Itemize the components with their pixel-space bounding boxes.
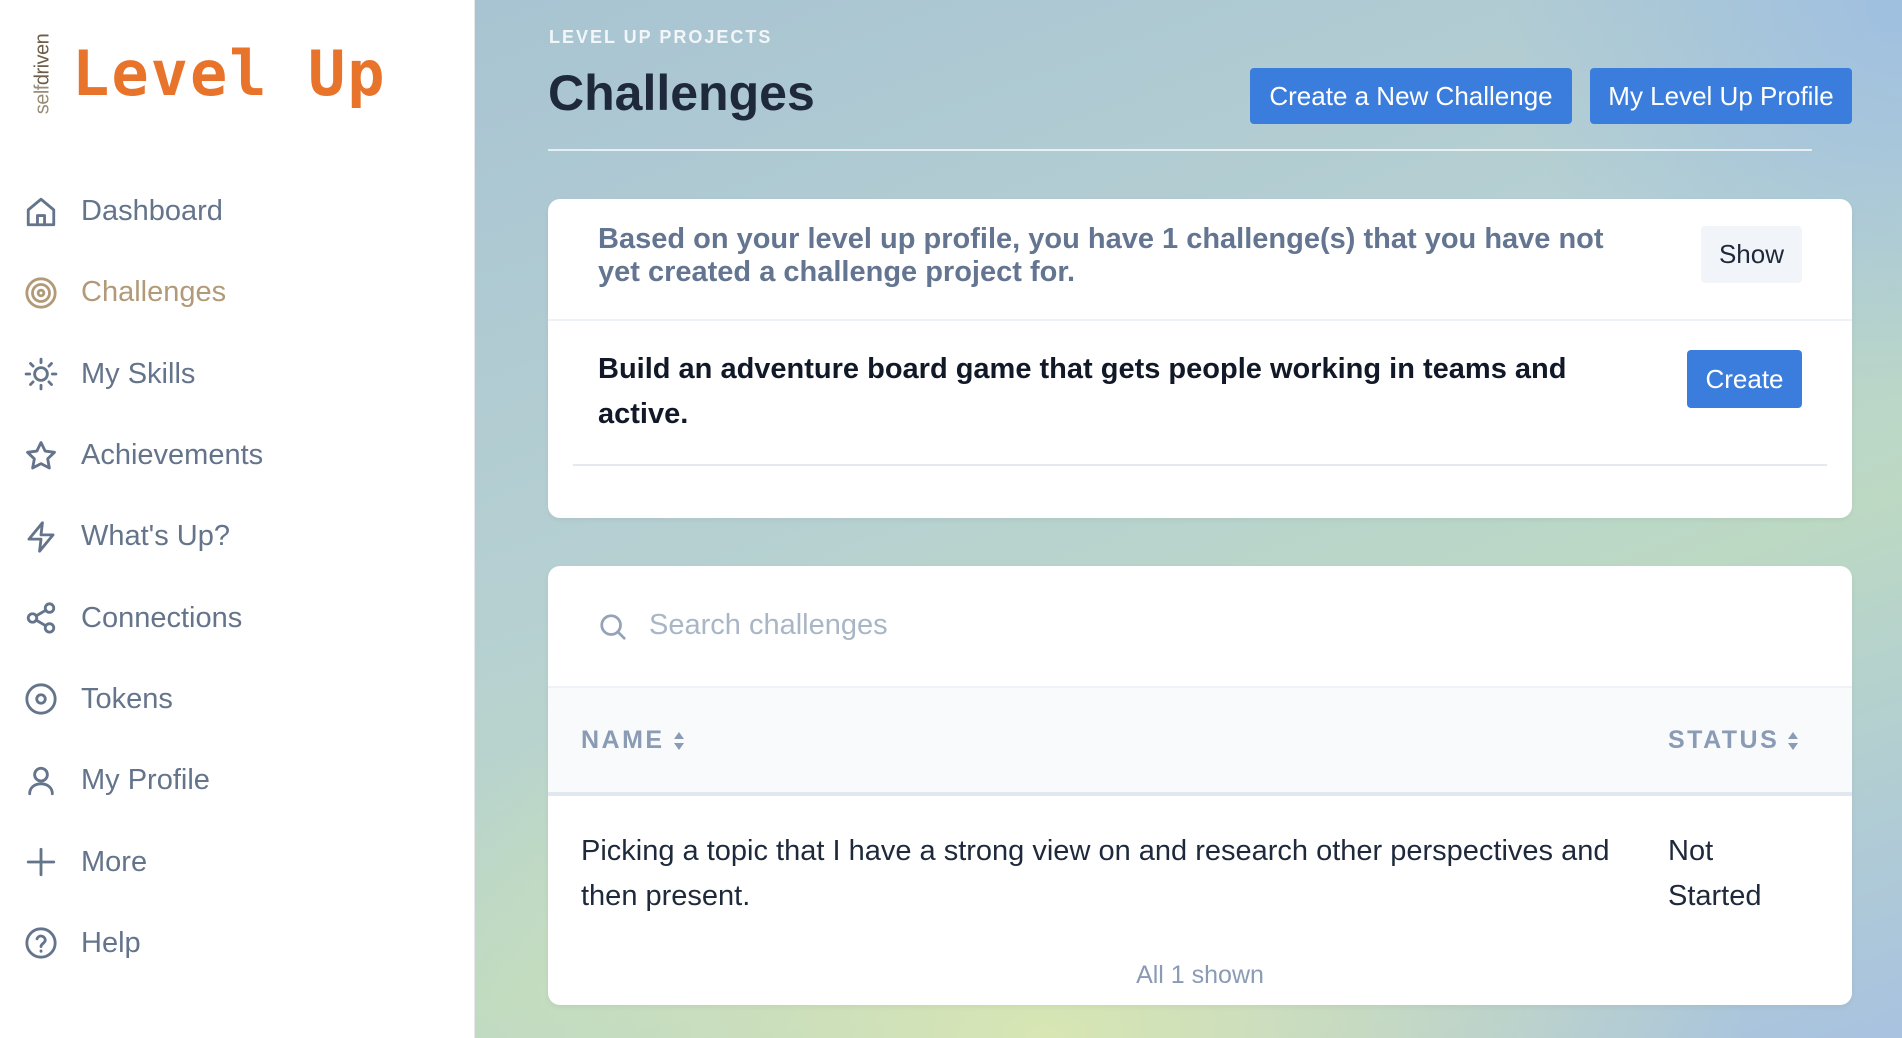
- create-challenge-button[interactable]: Create: [1687, 350, 1802, 408]
- sidebar-item-label: My Profile: [81, 764, 210, 797]
- pending-challenges-notice: Based on your level up profile, you have…: [598, 223, 1604, 288]
- sidebar-item-label: Achievements: [81, 439, 264, 472]
- target-icon: [24, 276, 58, 310]
- user-icon: [24, 764, 58, 798]
- logo-tagline-dark: driven: [31, 33, 54, 86]
- plus-icon: [24, 845, 58, 879]
- sidebar-item-label: Challenges: [81, 276, 227, 309]
- sidebar-item-help[interactable]: Help: [0, 903, 474, 984]
- sidebar-item-tokens[interactable]: Tokens: [0, 659, 474, 740]
- level-up-logo[interactable]: selfdriven Level Up: [30, 28, 387, 120]
- disc-icon: [24, 682, 58, 716]
- search-icon: [598, 612, 628, 642]
- sidebar-item-label: Connections: [81, 601, 243, 634]
- lightning-icon: [24, 520, 58, 554]
- sidebar-item-dashboard[interactable]: Dashboard: [0, 171, 474, 252]
- sidebar-item-achievements[interactable]: Achievements: [0, 415, 474, 496]
- table-header: NAME STATUS: [548, 686, 1852, 796]
- page-eyebrow: LEVEL UP PROJECTS: [549, 27, 773, 47]
- sun-icon: [24, 357, 58, 391]
- sidebar-item-label: Dashboard: [81, 195, 223, 228]
- sidebar-item-challenges[interactable]: Challenges: [0, 252, 474, 333]
- search-input[interactable]: [649, 602, 1549, 648]
- pending-challenges-card: Based on your level up profile, you have…: [548, 199, 1852, 518]
- card-divider: [548, 319, 1852, 321]
- page-title: Challenges: [548, 65, 815, 121]
- column-header-label: NAME: [581, 726, 665, 754]
- home-icon: [24, 195, 58, 229]
- sidebar-item-label: Help: [81, 926, 141, 959]
- table-row[interactable]: Picking a topic that I have a strong vie…: [548, 796, 1852, 916]
- search-bar: [548, 566, 1852, 686]
- header-divider: [548, 149, 1812, 151]
- sidebar-item-more[interactable]: More: [0, 821, 474, 902]
- main-content: LEVEL UP PROJECTS Challenges Create a Ne…: [475, 0, 1902, 1038]
- challenges-table-card: NAME STATUS Picking a topic that I have …: [548, 566, 1852, 1005]
- logo-tagline: selfdriven: [30, 28, 56, 120]
- challenge-status-cell: Not Started: [1668, 835, 1762, 912]
- logo-name: Level Up: [72, 37, 387, 110]
- sidebar-nav: Dashboard Challenges My Skills Achieveme…: [0, 171, 474, 984]
- sidebar-item-label: My Skills: [81, 357, 196, 390]
- my-level-up-profile-button[interactable]: My Level Up Profile: [1590, 68, 1852, 124]
- card-divider: [573, 464, 1827, 466]
- star-icon: [24, 439, 58, 473]
- share-icon: [24, 601, 58, 635]
- column-header-name[interactable]: NAME: [581, 726, 685, 755]
- show-button[interactable]: Show: [1701, 226, 1802, 283]
- table-count-footer: All 1 shown: [1136, 961, 1264, 989]
- sidebar-item-label: Tokens: [81, 682, 173, 715]
- create-new-challenge-button[interactable]: Create a New Challenge: [1250, 68, 1572, 124]
- sidebar-item-my-profile[interactable]: My Profile: [0, 740, 474, 821]
- column-header-label: STATUS: [1668, 726, 1780, 754]
- sidebar-item-whats-up[interactable]: What's Up?: [0, 496, 474, 577]
- sidebar-item-my-skills[interactable]: My Skills: [0, 334, 474, 415]
- column-header-status[interactable]: STATUS: [1668, 726, 1799, 755]
- logo-tagline-light: self: [31, 85, 54, 115]
- sidebar-item-label: More: [81, 845, 148, 878]
- sort-icon: [673, 730, 685, 752]
- sidebar-item-label: What's Up?: [81, 520, 230, 553]
- help-circle-icon: [24, 926, 58, 960]
- challenge-name-cell[interactable]: Picking a topic that I have a strong vie…: [581, 829, 1611, 919]
- sort-icon: [1787, 730, 1799, 752]
- sidebar: selfdriven Level Up Dashboard Challenges…: [0, 0, 475, 1038]
- sidebar-item-connections[interactable]: Connections: [0, 577, 474, 658]
- suggested-challenge-text: Build an adventure board game that gets …: [598, 353, 1567, 430]
